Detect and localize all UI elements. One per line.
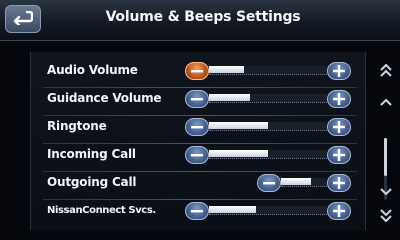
scroll-up-button[interactable] xyxy=(376,90,396,110)
plus-icon xyxy=(333,205,345,217)
page-title: Volume & Beeps Settings xyxy=(105,9,301,25)
volume-level-fill xyxy=(209,66,245,73)
minus-icon xyxy=(191,209,203,213)
plus-icon xyxy=(333,65,345,77)
double-chevron-up-icon xyxy=(380,63,392,82)
page-up-button[interactable] xyxy=(376,62,396,82)
setting-row-audio-volume: Audio Volume xyxy=(39,58,361,88)
setting-label: Outgoing Call xyxy=(47,175,137,189)
volume-level-bar[interactable] xyxy=(209,66,327,75)
volume-level-bar[interactable] xyxy=(209,122,327,131)
minus-icon xyxy=(191,125,203,129)
setting-label: Incoming Call xyxy=(47,147,136,161)
volume-level-bar[interactable] xyxy=(209,94,327,103)
volume-level-fill xyxy=(209,150,268,157)
volume-decrease-button[interactable] xyxy=(185,90,209,108)
volume-decrease-button[interactable] xyxy=(185,146,209,164)
scroll-down-button[interactable] xyxy=(376,180,396,200)
plus-icon xyxy=(333,177,345,189)
volume-level-bar[interactable] xyxy=(209,206,327,215)
chevron-down-icon xyxy=(380,181,392,200)
volume-level-fill xyxy=(209,122,268,129)
volume-level-bar[interactable] xyxy=(281,178,327,187)
setting-label: Guidance Volume xyxy=(47,91,162,105)
minus-icon xyxy=(191,153,203,157)
scrollbar-thumb[interactable] xyxy=(384,138,387,176)
plus-icon xyxy=(333,149,345,161)
volume-settings-screen: Volume & Beeps Settings Audio Volume Gui… xyxy=(0,0,400,240)
volume-level-fill xyxy=(281,178,311,185)
back-button[interactable] xyxy=(5,5,41,33)
setting-row-outgoing-call: Outgoing Call xyxy=(39,170,361,200)
minus-icon xyxy=(191,97,203,101)
setting-row-nissanconnect-services: NissanConnect Svcs. xyxy=(39,198,361,226)
scroll-controls xyxy=(372,46,400,240)
setting-label: NissanConnect Svcs. xyxy=(47,205,156,216)
setting-label: Ringtone xyxy=(47,119,107,133)
volume-decrease-button[interactable] xyxy=(185,62,209,80)
plus-icon xyxy=(333,121,345,133)
volume-level-fill xyxy=(209,94,251,101)
setting-row-guidance-volume: Guidance Volume xyxy=(39,86,361,116)
settings-list: Audio Volume Guidance Volume Ringtone In… xyxy=(30,52,366,230)
volume-increase-button[interactable] xyxy=(327,174,351,192)
volume-increase-button[interactable] xyxy=(327,146,351,164)
setting-label: Audio Volume xyxy=(47,63,138,77)
title-bar: Volume & Beeps Settings xyxy=(0,0,400,41)
volume-increase-button[interactable] xyxy=(327,90,351,108)
volume-increase-button[interactable] xyxy=(327,118,351,136)
page-down-button[interactable] xyxy=(376,206,396,226)
double-chevron-down-icon xyxy=(380,207,392,226)
volume-decrease-button[interactable] xyxy=(185,118,209,136)
volume-decrease-button[interactable] xyxy=(185,202,209,220)
volume-increase-button[interactable] xyxy=(327,202,351,220)
setting-row-incoming-call: Incoming Call xyxy=(39,142,361,172)
chevron-up-icon xyxy=(380,91,392,110)
minus-icon xyxy=(191,69,203,73)
plus-icon xyxy=(333,93,345,105)
minus-icon xyxy=(263,181,275,185)
volume-level-fill xyxy=(209,206,257,213)
back-arrow-icon xyxy=(13,10,34,29)
volume-decrease-button[interactable] xyxy=(257,174,281,192)
volume-increase-button[interactable] xyxy=(327,62,351,80)
setting-row-ringtone: Ringtone xyxy=(39,114,361,144)
volume-level-bar[interactable] xyxy=(209,150,327,159)
